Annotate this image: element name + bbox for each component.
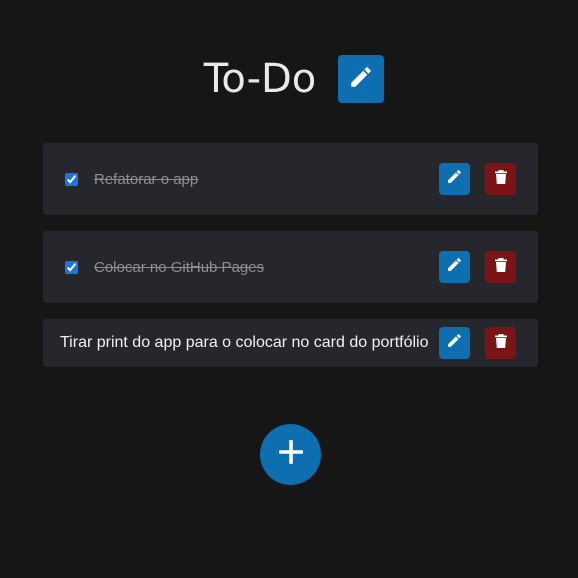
trash-icon [494,333,508,354]
delete-todo-button[interactable] [485,327,516,359]
edit-title-button[interactable] [338,55,385,103]
plus-icon [278,439,304,470]
todo-list: Refatorar o app Colocar no GitHub Pages [43,143,538,383]
pencil-icon [446,168,463,190]
pencil-icon [446,256,463,278]
edit-todo-button[interactable] [439,163,470,195]
todo-item: Refatorar o app [43,143,538,215]
delete-todo-button[interactable] [485,163,516,195]
trash-icon [494,257,508,278]
todo-text: Colocar no GitHub Pages [94,258,265,276]
todo-text: Tirar print do app para o colocar no car… [60,334,429,351]
page-title: To-Do [203,56,317,102]
edit-todo-button[interactable] [439,251,470,283]
todo-checkbox[interactable] [65,172,78,186]
edit-todo-button[interactable] [439,327,470,359]
pencil-icon [348,64,374,95]
add-todo-button[interactable] [260,424,321,485]
todo-text: Refatorar o app [94,170,199,188]
todo-app: To-Do Refatorar o app Colocar no GitHub … [0,0,578,578]
todo-checkbox[interactable] [65,260,78,274]
todo-actions [439,251,516,283]
todo-item: Tirar print do app para o colocar no car… [43,319,538,367]
todo-actions [439,327,516,359]
pencil-icon [446,332,463,354]
delete-todo-button[interactable] [485,251,516,283]
trash-icon [494,169,508,190]
todo-actions [439,163,516,195]
todo-item: Colocar no GitHub Pages [43,231,538,303]
header: To-Do [0,54,578,104]
